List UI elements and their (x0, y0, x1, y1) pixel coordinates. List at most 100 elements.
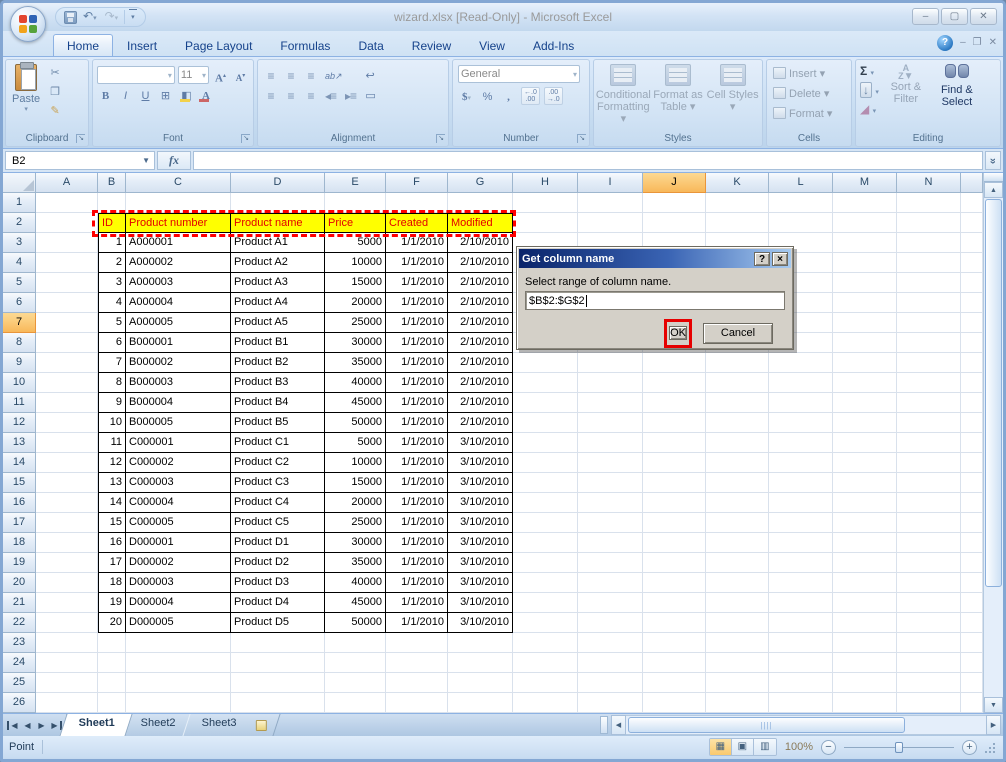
cell-F18[interactable]: 1/1/2010 (386, 533, 448, 553)
row-header-19[interactable]: 19 (3, 553, 36, 573)
cell-C11[interactable]: B000004 (126, 393, 231, 413)
cell-G10[interactable]: 2/10/2010 (448, 373, 513, 393)
dialog-title-bar[interactable]: Get column name ? × (519, 249, 791, 268)
cell-L26[interactable] (769, 693, 833, 713)
clear-icon[interactable]: ◢ ▾ (860, 102, 879, 119)
cell-B1[interactable] (98, 193, 126, 213)
cell-F14[interactable]: 1/1/2010 (386, 453, 448, 473)
cell-E11[interactable]: 45000 (325, 393, 386, 413)
alignment-dialog-launcher-icon[interactable]: ↘ (436, 134, 445, 143)
cell-B17[interactable]: 15 (98, 513, 126, 533)
number-format-combo[interactable]: General▾ (458, 65, 580, 83)
cell-M1[interactable] (833, 193, 897, 213)
cell-D26[interactable] (231, 693, 325, 713)
cell-K14[interactable] (706, 453, 769, 473)
cell-L19[interactable] (769, 553, 833, 573)
cell-L12[interactable] (769, 413, 833, 433)
row-header-25[interactable]: 25 (3, 673, 36, 693)
cell-L20[interactable] (769, 573, 833, 593)
cell-A22[interactable] (36, 613, 98, 633)
cell-F7[interactable]: 1/1/2010 (386, 313, 448, 333)
cell-I18[interactable] (578, 533, 643, 553)
last-sheet-icon[interactable]: ▶ (49, 721, 62, 730)
cell-D2[interactable]: Product name (231, 213, 325, 233)
column-header-A[interactable]: A (36, 173, 98, 193)
workbook-close-button[interactable]: ✕ (989, 36, 997, 50)
cell-I10[interactable] (578, 373, 643, 393)
cell-B2[interactable]: ID (98, 213, 126, 233)
cell-F15[interactable]: 1/1/2010 (386, 473, 448, 493)
cell-D7[interactable]: Product A5 (231, 313, 325, 333)
customize-qat-button[interactable]: ▾ (129, 9, 137, 26)
cell-C1[interactable] (126, 193, 231, 213)
cell-H19[interactable] (513, 553, 578, 573)
prev-sheet-icon[interactable]: ◀ (21, 721, 34, 730)
column-header-E[interactable]: E (325, 173, 386, 193)
cell-L13[interactable] (769, 433, 833, 453)
cell-N24[interactable] (897, 653, 961, 673)
cell-C18[interactable]: D000001 (126, 533, 231, 553)
cell-N13[interactable] (897, 433, 961, 453)
resize-grip[interactable] (985, 741, 997, 753)
cell-A5[interactable] (36, 273, 98, 293)
cell-N22[interactable] (897, 613, 961, 633)
column-header-C[interactable]: C (126, 173, 231, 193)
cell-H12[interactable] (513, 413, 578, 433)
row-header-21[interactable]: 21 (3, 593, 36, 613)
cell-J14[interactable] (643, 453, 706, 473)
row-header-10[interactable]: 10 (3, 373, 36, 393)
comma-style-icon[interactable]: , (500, 88, 517, 105)
cell-D20[interactable]: Product D3 (231, 573, 325, 593)
row-header-2[interactable]: 2 (3, 213, 36, 233)
cell-C12[interactable]: B000005 (126, 413, 231, 433)
cell-L17[interactable] (769, 513, 833, 533)
cell-M15[interactable] (833, 473, 897, 493)
zoom-out-icon[interactable]: − (821, 740, 836, 755)
cell-E10[interactable]: 40000 (325, 373, 386, 393)
cell-F4[interactable]: 1/1/2010 (386, 253, 448, 273)
insert-button[interactable]: Insert ▾ (773, 64, 845, 82)
align-right-icon[interactable]: ≡ (302, 87, 319, 104)
page-break-view-icon[interactable]: ▥ (754, 739, 776, 755)
cell-C23[interactable] (126, 633, 231, 653)
cell-D23[interactable] (231, 633, 325, 653)
cell-M2[interactable] (833, 213, 897, 233)
cell-E5[interactable]: 15000 (325, 273, 386, 293)
cell-styles-button[interactable]: Cell Styles ▾ (706, 62, 760, 115)
cell-E6[interactable]: 20000 (325, 293, 386, 313)
cell-H25[interactable] (513, 673, 578, 693)
cell-A18[interactable] (36, 533, 98, 553)
cell-H2[interactable] (513, 213, 578, 233)
column-header-D[interactable]: D (231, 173, 325, 193)
cell-N1[interactable] (897, 193, 961, 213)
cell-G11[interactable]: 2/10/2010 (448, 393, 513, 413)
cell-G20[interactable]: 3/10/2010 (448, 573, 513, 593)
cell-F1[interactable] (386, 193, 448, 213)
cell-K10[interactable] (706, 373, 769, 393)
cell-G5[interactable]: 2/10/2010 (448, 273, 513, 293)
cell-K20[interactable] (706, 573, 769, 593)
cell-M23[interactable] (833, 633, 897, 653)
help-icon[interactable]: ? (937, 35, 953, 51)
cell-F9[interactable]: 1/1/2010 (386, 353, 448, 373)
cell-M26[interactable] (833, 693, 897, 713)
cell-M4[interactable] (833, 253, 897, 273)
cell-K9[interactable] (706, 353, 769, 373)
cell-K15[interactable] (706, 473, 769, 493)
cell-M12[interactable] (833, 413, 897, 433)
cell-J1[interactable] (643, 193, 706, 213)
cell-D8[interactable]: Product B1 (231, 333, 325, 353)
cell-M21[interactable] (833, 593, 897, 613)
cell-A6[interactable] (36, 293, 98, 313)
tab-insert[interactable]: Insert (113, 34, 171, 56)
cell-L16[interactable] (769, 493, 833, 513)
paste-button[interactable]: Paste ▾ (8, 62, 44, 115)
cell-E3[interactable]: 5000 (325, 233, 386, 253)
cell-G8[interactable]: 2/10/2010 (448, 333, 513, 353)
cell-F26[interactable] (386, 693, 448, 713)
orientation-icon[interactable]: ab↗ (322, 67, 346, 84)
cell-K21[interactable] (706, 593, 769, 613)
font-name-combo[interactable]: ▾ (97, 66, 175, 84)
cell-N5[interactable] (897, 273, 961, 293)
percent-style-icon[interactable]: % (479, 88, 496, 105)
